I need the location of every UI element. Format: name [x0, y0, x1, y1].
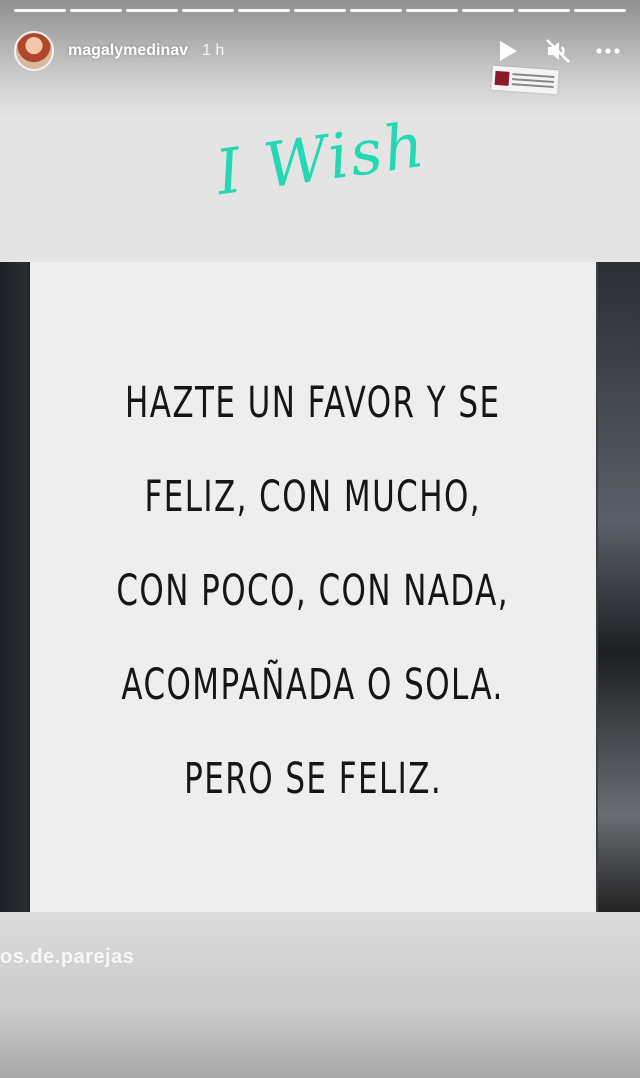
more-options-button[interactable]: [594, 37, 622, 65]
progress-segment: [182, 9, 234, 12]
bottom-overlay: [0, 912, 640, 1078]
mute-button[interactable]: [544, 37, 572, 65]
story-controls: [494, 37, 626, 65]
photo-edge: [598, 262, 640, 912]
progress-segment: [70, 9, 122, 12]
progress-segment: [238, 9, 290, 12]
quote-line: PERO SE FELIZ.: [184, 754, 442, 804]
story-header: magalymedinav 1 h: [14, 30, 626, 72]
timestamp: 1 h: [202, 42, 225, 59]
more-options-icon: [596, 48, 620, 54]
story-progress-bars: [14, 9, 626, 12]
sticker-text-lines: [511, 73, 555, 89]
play-button[interactable]: [494, 37, 522, 65]
quote-line: CON POCO, CON NADA,: [116, 566, 510, 616]
tagged-post-sticker[interactable]: [491, 65, 559, 95]
progress-segment: [574, 9, 626, 12]
username[interactable]: magalymedinav: [68, 42, 188, 60]
play-icon: [500, 41, 517, 61]
quote-line: HAZTE UN FAVOR Y SE: [125, 378, 501, 428]
muted-speaker-icon: [546, 39, 570, 63]
quote-text: HAZTE UN FAVOR Y SE FELIZ, CON MUCHO, CO…: [40, 375, 586, 807]
progress-segment: [126, 9, 178, 12]
progress-segment: [462, 9, 514, 12]
progress-segment: [14, 9, 66, 12]
progress-segment: [294, 9, 346, 12]
sticker-logo-icon: [494, 70, 510, 86]
avatar[interactable]: [14, 31, 54, 71]
quote-line: ACOMPAÑADA O SOLA.: [121, 660, 505, 710]
source-watermark: os.de.parejas: [0, 946, 135, 968]
progress-segment: [518, 9, 570, 12]
quote-line: FELIZ, CON MUCHO,: [144, 472, 482, 522]
progress-segment: [406, 9, 458, 12]
progress-segment: [350, 9, 402, 12]
